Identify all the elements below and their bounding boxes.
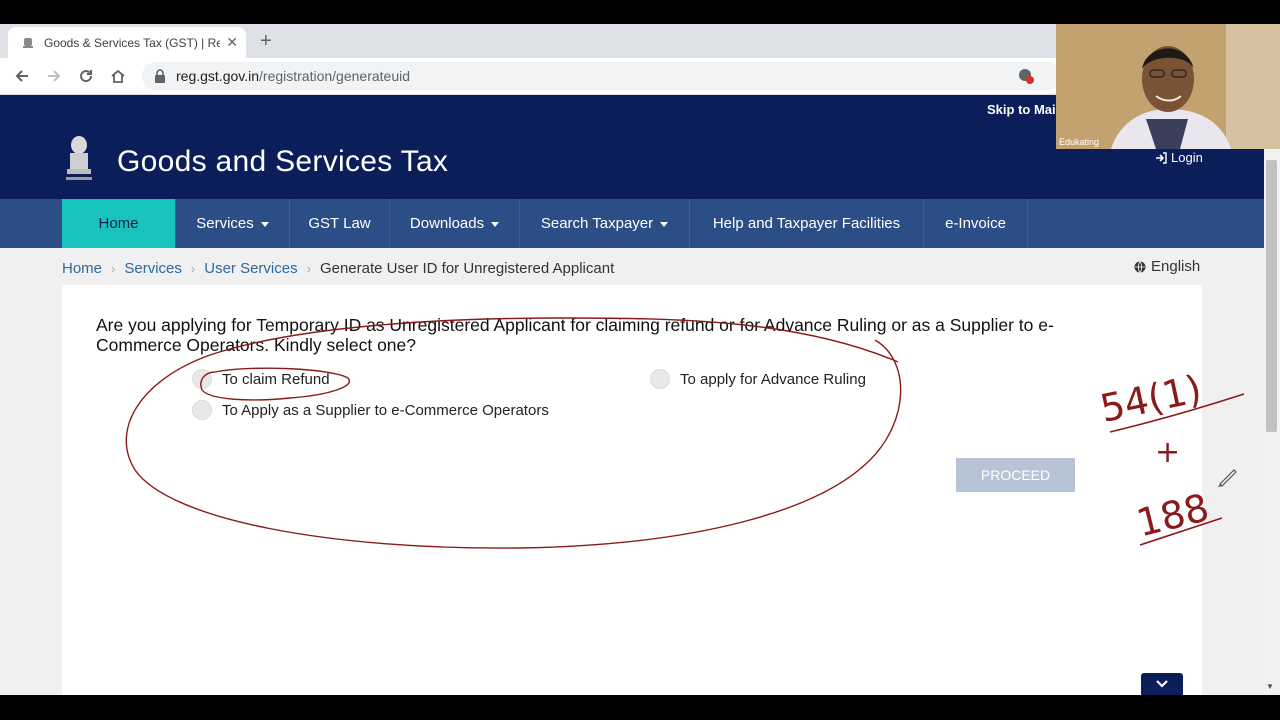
home-icon[interactable]: [108, 66, 128, 86]
nav-services[interactable]: Services: [176, 199, 290, 248]
breadcrumb-home[interactable]: Home: [62, 260, 102, 277]
nav-gst-law[interactable]: GST Law: [290, 199, 390, 248]
screen-bottom-border: [0, 695, 1280, 720]
skip-to-main-link[interactable]: Skip to Mai: [987, 102, 1056, 117]
scrollbar-thumb[interactable]: [1266, 160, 1277, 432]
radio-advance-ruling[interactable]: [650, 369, 670, 389]
nav-search-taxpayer[interactable]: Search Taxpayer: [520, 199, 690, 248]
nav-downloads[interactable]: Downloads: [390, 199, 520, 248]
option-supplier-ecommerce[interactable]: To Apply as a Supplier to e-Commerce Ope…: [192, 400, 549, 420]
question-text: Are you applying for Temporary ID as Unr…: [96, 315, 1054, 355]
caret-down-icon: [660, 222, 669, 227]
extension-icon[interactable]: [1018, 68, 1034, 84]
nav-home[interactable]: Home: [62, 199, 176, 248]
screen-top-border: [0, 0, 1280, 24]
main-nav: Home Services GST Law Downloads Search T…: [0, 199, 1264, 248]
radio-claim-refund[interactable]: [192, 369, 212, 389]
page: Skip to Mai Goods and Services Tax Login…: [0, 95, 1264, 695]
breadcrumb-separator: ›: [306, 260, 311, 276]
back-icon[interactable]: [12, 66, 32, 86]
caret-down-icon: [260, 222, 269, 227]
scroll-down-button[interactable]: [1141, 673, 1183, 695]
new-tab-button[interactable]: +: [260, 30, 272, 53]
login-link[interactable]: Login: [1155, 150, 1203, 165]
breadcrumb-current: Generate User ID for Unregistered Applic…: [319, 259, 615, 277]
option-claim-refund[interactable]: To claim Refund: [192, 369, 330, 389]
presenter-image: [1056, 24, 1280, 149]
breadcrumb-services[interactable]: Services: [124, 260, 182, 277]
tab-title: Goods & Services Tax (GST) | Reg: [44, 35, 220, 50]
language-selector[interactable]: English: [1134, 258, 1200, 275]
national-emblem-icon: [66, 136, 92, 180]
breadcrumb-separator: ›: [111, 260, 116, 276]
breadcrumb-separator: ›: [190, 260, 196, 276]
address-bar[interactable]: reg.gst.gov.in/registration/generateuid: [142, 62, 1062, 90]
webcam-video: Edukating: [1056, 24, 1280, 149]
emblem-favicon-icon: [20, 35, 36, 51]
caret-down-icon: [491, 222, 500, 227]
breadcrumb-user-services[interactable]: User Services: [204, 260, 297, 277]
forward-icon[interactable]: [44, 66, 64, 86]
nav-help-taxpayer-facilities[interactable]: Help and Taxpayer Facilities: [690, 199, 924, 248]
breadcrumb: Home › Services › User Services › Genera…: [62, 258, 614, 278]
radio-supplier-ecommerce[interactable]: [192, 400, 212, 420]
sign-in-icon: [1156, 151, 1167, 164]
globe-icon: [1134, 260, 1146, 273]
form-card: Are you applying for Temporary ID as Unr…: [62, 285, 1202, 695]
browser-tab[interactable]: Goods & Services Tax (GST) | Reg ✕: [8, 27, 246, 58]
lock-icon: [155, 69, 165, 83]
nav-e-invoice[interactable]: e-Invoice: [924, 199, 1028, 248]
reload-icon[interactable]: [76, 66, 96, 86]
scroll-down-arrow-icon[interactable]: ▼: [1266, 682, 1274, 691]
proceed-button[interactable]: PROCEED: [956, 458, 1075, 492]
webcam-name-label: Edukating: [1059, 137, 1100, 147]
site-title: Goods and Services Tax: [117, 145, 449, 178]
chevron-down-icon: [1156, 680, 1168, 688]
option-advance-ruling[interactable]: To apply for Advance Ruling: [650, 369, 866, 389]
close-tab-icon[interactable]: ✕: [226, 34, 238, 51]
url-text: reg.gst.gov.in/registration/generateuid: [176, 68, 411, 84]
